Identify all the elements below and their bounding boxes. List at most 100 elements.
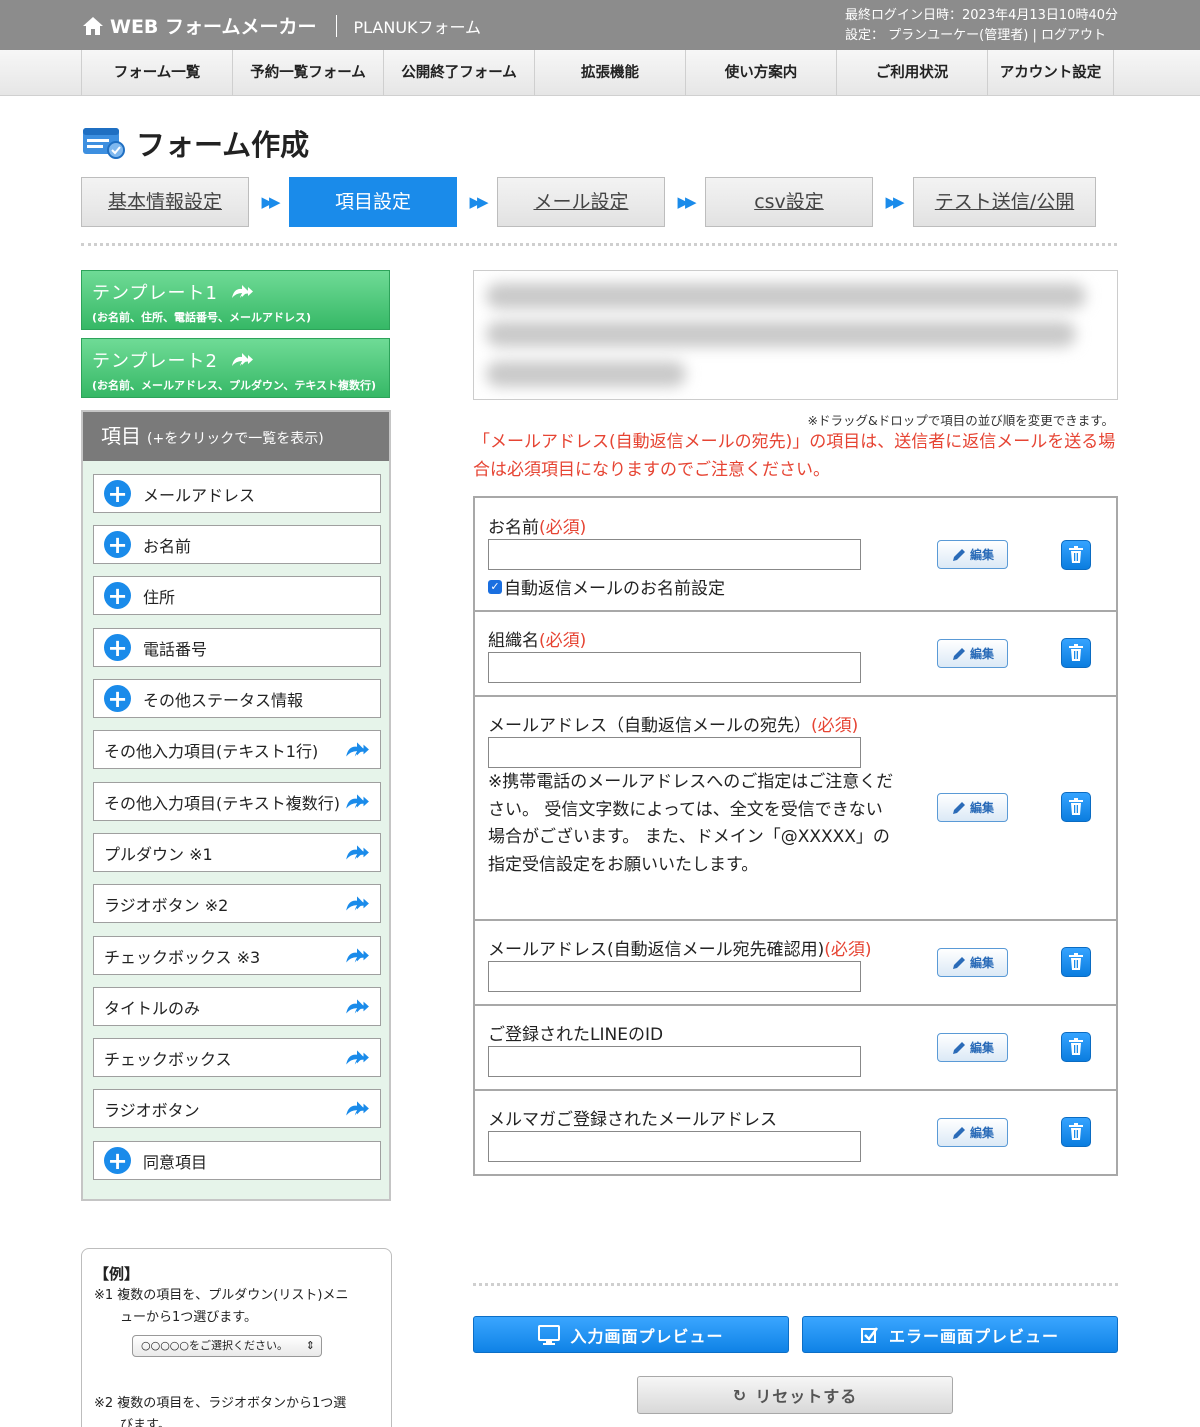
auto-reply-name-checkbox[interactable]: ✓ 自動返信メールのお名前設定 [488, 574, 725, 599]
form-item-row[interactable]: メールアドレス（自動返信メールの宛先）(必須) ※携帯電話のメールアドレスへのご… [475, 697, 1116, 921]
delete-button[interactable] [1061, 540, 1091, 570]
form-item-row[interactable]: メールアドレス(自動返信メール宛先確認用)(必須) 編集 [475, 921, 1116, 1006]
page-title: フォーム作成 [82, 122, 309, 164]
organization-preview-input[interactable] [488, 652, 861, 683]
edit-button[interactable]: 編集 [937, 948, 1008, 977]
name-preview-input[interactable] [488, 539, 861, 570]
trash-icon [1069, 1123, 1083, 1140]
double-arrow-icon [346, 948, 369, 963]
delete-button[interactable] [1061, 638, 1091, 668]
delete-button[interactable] [1061, 947, 1091, 977]
input-preview-button[interactable]: 入力画面プレビュー [473, 1316, 789, 1353]
step-mail[interactable]: メール設定 [497, 177, 665, 227]
edit-button[interactable]: 編集 [937, 1118, 1008, 1147]
item-title-only[interactable]: タイトルのみ [93, 987, 381, 1026]
item-phone[interactable]: + 電話番号 [93, 628, 381, 667]
item-label: 同意項目 [143, 1152, 208, 1172]
item-name[interactable]: + お名前 [93, 525, 381, 564]
item-radio[interactable]: ラジオボタン [93, 1089, 381, 1128]
user-link[interactable]: プランユーケー(管理者) [888, 28, 1028, 43]
template-1-button[interactable]: テンプレート1 (お名前、住所、電話番号、メールアドレス) [81, 270, 390, 330]
nav-reserved-forms[interactable]: 予約一覧フォーム [232, 50, 383, 96]
last-login: 最終ログイン日時：2023年4月13日10時40分 [845, 8, 1118, 23]
pencil-icon [952, 548, 965, 561]
app-name: WEB フォームメーカー [110, 16, 317, 38]
example-select[interactable]: ○○○○○をご選択ください。 [132, 1335, 322, 1357]
delete-button[interactable] [1061, 1117, 1091, 1147]
pencil-icon [952, 647, 965, 660]
form-item-row[interactable]: お名前(必須) ✓ 自動返信メールのお名前設定 編集 [475, 498, 1116, 612]
login-info: 最終ログイン日時：2023年4月13日10時40分 設定： プランユーケー(管理… [845, 6, 1118, 46]
step-nav: 基本情報設定 ▶▶ 項目設定 ▶▶ メール設定 ▶▶ csv設定 ▶▶ テスト送… [81, 177, 1096, 227]
step-arrow-icon: ▶▶ [469, 193, 488, 211]
example-box: 【例】 ※1 複数の項目を、プルダウン(リスト)メニ ューから1つ選びます。 ○… [81, 1248, 392, 1427]
edit-button[interactable]: 編集 [937, 540, 1008, 569]
item-checkbox-3[interactable]: チェックボックス ※3 [93, 936, 381, 975]
step-test-publish[interactable]: テスト送信/公開 [913, 177, 1096, 227]
blurred-description [473, 270, 1118, 400]
item-label: その他ステータス情報 [143, 690, 304, 710]
app-logo[interactable]: WEB フォームメーカー PLANUKフォーム [82, 12, 481, 39]
form-item-row[interactable]: ご登録されたLINEのID 編集 [475, 1006, 1116, 1091]
item-radio-2[interactable]: ラジオボタン ※2 [93, 884, 381, 923]
newsletter-email-preview-input[interactable] [488, 1131, 861, 1162]
top-bar: WEB フォームメーカー PLANUKフォーム 最終ログイン日時：2023年4月… [0, 0, 1200, 50]
required-mark: (必須) [539, 631, 587, 651]
sub-name: PLANUKフォーム [353, 17, 482, 37]
pencil-icon [952, 1126, 965, 1139]
form-icon [83, 128, 125, 159]
logout-link[interactable]: ログアウト [1041, 28, 1106, 43]
nav-guide[interactable]: 使い方案内 [685, 50, 836, 96]
field-label: ご登録されたLINEのID [488, 1025, 664, 1045]
example-line: ※1 複数の項目を、プルダウン(リスト)メニ [94, 1288, 349, 1303]
double-arrow-icon [231, 353, 253, 366]
plus-icon: + [104, 1147, 131, 1174]
item-label: その他入力項目(テキスト複数行) [104, 793, 341, 813]
reset-button[interactable]: ↻ リセットする [637, 1376, 953, 1414]
plus-icon: + [104, 531, 131, 558]
items-title: 項目 [101, 424, 141, 448]
header-divider: | [1032, 28, 1037, 43]
home-icon [83, 16, 103, 35]
item-checkbox[interactable]: チェックボックス [93, 1038, 381, 1077]
item-other-status[interactable]: + その他ステータス情報 [93, 679, 381, 718]
line-id-preview-input[interactable] [488, 1046, 861, 1077]
delete-button[interactable] [1061, 792, 1091, 822]
nav-closed-forms[interactable]: 公開終了フォーム [383, 50, 534, 96]
edit-button[interactable]: 編集 [937, 793, 1008, 822]
item-label: チェックボックス ※3 [104, 947, 261, 967]
item-text-multi[interactable]: その他入力項目(テキスト複数行) [93, 782, 381, 821]
step-items[interactable]: 項目設定 [289, 177, 457, 227]
step-csv[interactable]: csv設定 [705, 177, 873, 227]
plus-icon: + [104, 634, 131, 661]
edit-button[interactable]: 編集 [937, 1033, 1008, 1062]
edit-button[interactable]: 編集 [937, 639, 1008, 668]
trash-icon [1069, 953, 1083, 970]
item-address[interactable]: + 住所 [93, 576, 381, 615]
plus-icon: + [104, 582, 131, 609]
template-2-button[interactable]: テンプレート2 (お名前、メールアドレス、プルダウン、テキスト複数行) [81, 338, 390, 398]
required-mark: (必須) [811, 716, 859, 736]
step-basic-info[interactable]: 基本情報設定 [81, 177, 249, 227]
field-note: ※携帯電話のメールアドレスへのご指定はご注意ください。 受信文字数によっては、全… [488, 772, 894, 875]
nav-extensions[interactable]: 拡張機能 [534, 50, 685, 96]
email-confirm-preview-input[interactable] [488, 961, 861, 992]
monitor-icon [538, 1324, 561, 1345]
item-consent[interactable]: + 同意項目 [93, 1141, 381, 1180]
drag-hint: ※ドラッグ&ドロップで項目の並び順を変更できます。 [807, 413, 1114, 428]
form-item-row[interactable]: 組織名(必須) 編集 [475, 612, 1116, 697]
item-mail-address[interactable]: + メールアドレス [93, 474, 381, 513]
form-item-row[interactable]: メルマガご登録されたメールアドレス 編集 [475, 1091, 1116, 1174]
item-label: チェックボックス [104, 1049, 232, 1069]
error-preview-button[interactable]: エラー画面プレビュー [802, 1316, 1118, 1353]
item-text-single[interactable]: その他入力項目(テキスト1行) [93, 730, 381, 769]
trash-icon [1069, 798, 1083, 815]
email-preview-input[interactable] [488, 737, 861, 768]
item-label: ラジオボタン [104, 1100, 200, 1120]
nav-form-list[interactable]: フォーム一覧 [81, 50, 232, 96]
item-pulldown[interactable]: プルダウン ※1 [93, 833, 381, 872]
delete-button[interactable] [1061, 1032, 1091, 1062]
nav-account-settings[interactable]: アカウント設定 [987, 50, 1114, 96]
field-label: 組織名(必須) [488, 631, 587, 651]
nav-usage[interactable]: ご利用状況 [836, 50, 987, 96]
